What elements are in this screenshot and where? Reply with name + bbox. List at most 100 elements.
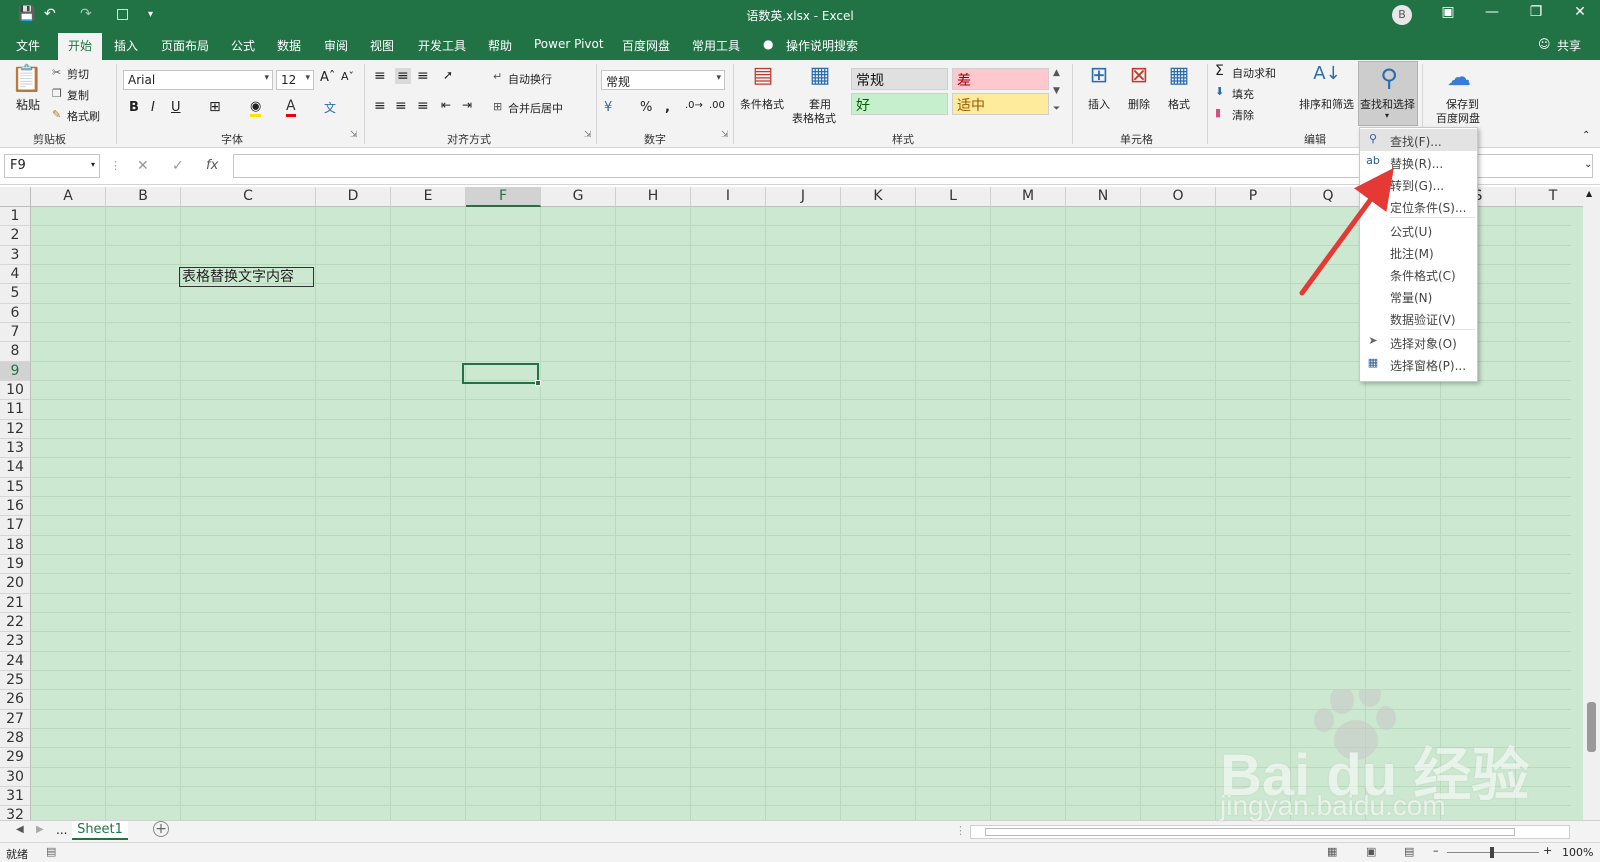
column-header-f[interactable]: F — [466, 187, 541, 207]
column-header-j[interactable]: J — [766, 187, 841, 207]
row-header-8[interactable]: 8 — [0, 342, 31, 362]
tab-file[interactable]: 文件 — [16, 37, 40, 54]
increase-decimal-icon[interactable]: .0→ — [685, 100, 703, 111]
tab-home[interactable]: 开始 — [58, 33, 103, 60]
column-header-c[interactable]: C — [181, 187, 316, 207]
align-top-icon[interactable]: ≡ — [374, 68, 386, 84]
row-header-7[interactable]: 7 — [0, 322, 31, 343]
wrap-text-button[interactable]: 自动换行 — [508, 71, 552, 87]
sort-filter-icon[interactable]: A↓ — [1312, 63, 1342, 84]
paste-button[interactable]: 粘贴 — [16, 96, 40, 113]
increase-font-icon[interactable]: Aˆ — [320, 70, 335, 85]
dialog-launcher-icon[interactable]: ⇲ — [584, 130, 592, 140]
fill-color-icon[interactable]: ◉ — [250, 99, 262, 117]
row-header-23[interactable]: 23 — [0, 632, 31, 652]
menu-item-constants[interactable]: 常量(N) — [1360, 285, 1477, 307]
page-break-view-icon[interactable]: ▤ — [1404, 845, 1414, 858]
styles-scroll-down-icon[interactable]: ▼ — [1053, 86, 1060, 96]
row-header-13[interactable]: 13 — [0, 438, 31, 459]
align-bottom-icon[interactable]: ≡ — [417, 68, 429, 84]
column-header-h[interactable]: H — [616, 187, 691, 207]
column-header-k[interactable]: K — [841, 187, 916, 207]
save-to-baidu-label-2[interactable]: 百度网盘 — [1436, 110, 1480, 126]
vertical-scroll-thumb[interactable] — [1587, 702, 1596, 752]
paste-icon[interactable]: 📋 — [10, 64, 44, 96]
menu-item-selection-pane[interactable]: ▦ 选择窗格(P)... — [1360, 353, 1477, 375]
font-color-icon[interactable]: A — [286, 98, 296, 117]
menu-item-goto-special[interactable]: 定位条件(S)... — [1360, 195, 1477, 217]
avatar[interactable]: B — [1392, 5, 1412, 25]
conditional-format-icon[interactable]: ▤ — [748, 63, 778, 88]
tell-me-search[interactable]: 操作说明搜索 — [786, 37, 858, 54]
decrease-decimal-icon[interactable]: .00 — [709, 100, 725, 111]
splitter-icon[interactable]: ⋮ — [955, 824, 966, 837]
column-header-i[interactable]: I — [691, 187, 766, 207]
vertical-scrollbar[interactable]: ▲ — [1583, 187, 1600, 820]
copy-button[interactable]: 复制 — [67, 87, 89, 103]
row-header-17[interactable]: 17 — [0, 516, 31, 536]
delete-cells-button[interactable]: 删除 — [1128, 96, 1150, 112]
style-normal[interactable]: 常规 — [851, 68, 948, 90]
tab-data[interactable]: 数据 — [277, 37, 301, 54]
row-header-22[interactable]: 22 — [0, 612, 31, 633]
select-all-corner[interactable] — [0, 187, 31, 207]
horizontal-scroll-thumb[interactable] — [985, 828, 1515, 836]
currency-icon[interactable]: ¥ — [604, 100, 612, 115]
underline-button[interactable]: U — [171, 100, 181, 115]
column-header-d[interactable]: D — [316, 187, 391, 207]
style-neutral[interactable]: 适中 — [952, 93, 1049, 115]
share-button[interactable]: 共享 — [1557, 37, 1581, 54]
row-header-20[interactable]: 20 — [0, 574, 31, 594]
align-middle-icon[interactable]: ≡ — [395, 68, 411, 84]
row-header-11[interactable]: 11 — [0, 400, 31, 420]
active-cell-f9[interactable] — [462, 363, 541, 386]
row-header-15[interactable]: 15 — [0, 477, 31, 497]
merge-center-button[interactable]: 合并后居中 — [508, 100, 563, 116]
zoom-in-icon[interactable]: + — [1543, 844, 1552, 857]
tab-common-tools[interactable]: 常用工具 — [692, 37, 740, 54]
fill-button[interactable]: 填充 — [1232, 86, 1254, 102]
row-header-4[interactable]: 4 — [0, 264, 31, 285]
name-box[interactable]: F9 ▾ — [4, 154, 100, 178]
percent-button[interactable]: % — [640, 100, 652, 115]
tab-view[interactable]: 视图 — [370, 37, 394, 54]
row-header-21[interactable]: 21 — [0, 593, 31, 613]
macro-record-icon[interactable]: ▤ — [46, 845, 56, 858]
styles-more-icon[interactable]: ⏷ — [1053, 104, 1060, 114]
sheet-tab-sheet1[interactable]: Sheet1 — [72, 821, 128, 840]
number-format-select[interactable]: 常规 ▾ — [601, 70, 725, 90]
column-header-l[interactable]: L — [916, 187, 991, 207]
row-header-6[interactable]: 6 — [0, 303, 31, 323]
cut-button[interactable]: 剪切 — [67, 66, 89, 82]
cancel-icon[interactable]: ✕ — [137, 158, 149, 174]
row-header-5[interactable]: 5 — [0, 284, 31, 304]
menu-item-comments[interactable]: 批注(M) — [1360, 241, 1477, 263]
styles-scroll-up-icon[interactable]: ▲ — [1053, 68, 1060, 78]
column-header-b[interactable]: B — [106, 187, 181, 207]
column-header-t[interactable]: T — [1516, 187, 1591, 207]
conditional-format-button[interactable]: 条件格式 — [740, 96, 784, 112]
borders-icon[interactable]: ⊞ — [209, 99, 221, 115]
row-header-18[interactable]: 18 — [0, 535, 31, 555]
format-painter-button[interactable]: 格式刷 — [67, 108, 100, 124]
next-sheet-icon[interactable]: ▶ — [36, 824, 44, 835]
italic-button[interactable]: I — [151, 100, 155, 115]
format-cells-icon[interactable]: ▦ — [1165, 63, 1193, 88]
row-header-26[interactable]: 26 — [0, 690, 31, 710]
menu-item-formulas[interactable]: 公式(U) — [1360, 219, 1477, 241]
bold-button[interactable]: B — [129, 100, 139, 115]
increase-indent-icon[interactable]: ⇥ — [462, 98, 472, 112]
style-good[interactable]: 好 — [851, 93, 948, 115]
delete-cells-icon[interactable]: ⊠ — [1125, 63, 1153, 88]
insert-function-icon[interactable]: fx — [206, 158, 218, 173]
insert-cells-button[interactable]: 插入 — [1088, 96, 1110, 112]
decrease-indent-icon[interactable]: ⇤ — [441, 98, 451, 112]
decrease-font-icon[interactable]: Aˇ — [341, 70, 354, 83]
align-left-icon[interactable]: ≡ — [374, 98, 386, 114]
row-header-1[interactable]: 1 — [0, 207, 31, 227]
tab-formulas[interactable]: 公式 — [231, 37, 255, 54]
column-header-m[interactable]: M — [991, 187, 1066, 207]
dialog-launcher-icon[interactable]: ⇲ — [350, 130, 358, 140]
baidu-cloud-icon[interactable]: ☁ — [1443, 63, 1475, 91]
autosum-button[interactable]: 自动求和 — [1232, 65, 1276, 81]
